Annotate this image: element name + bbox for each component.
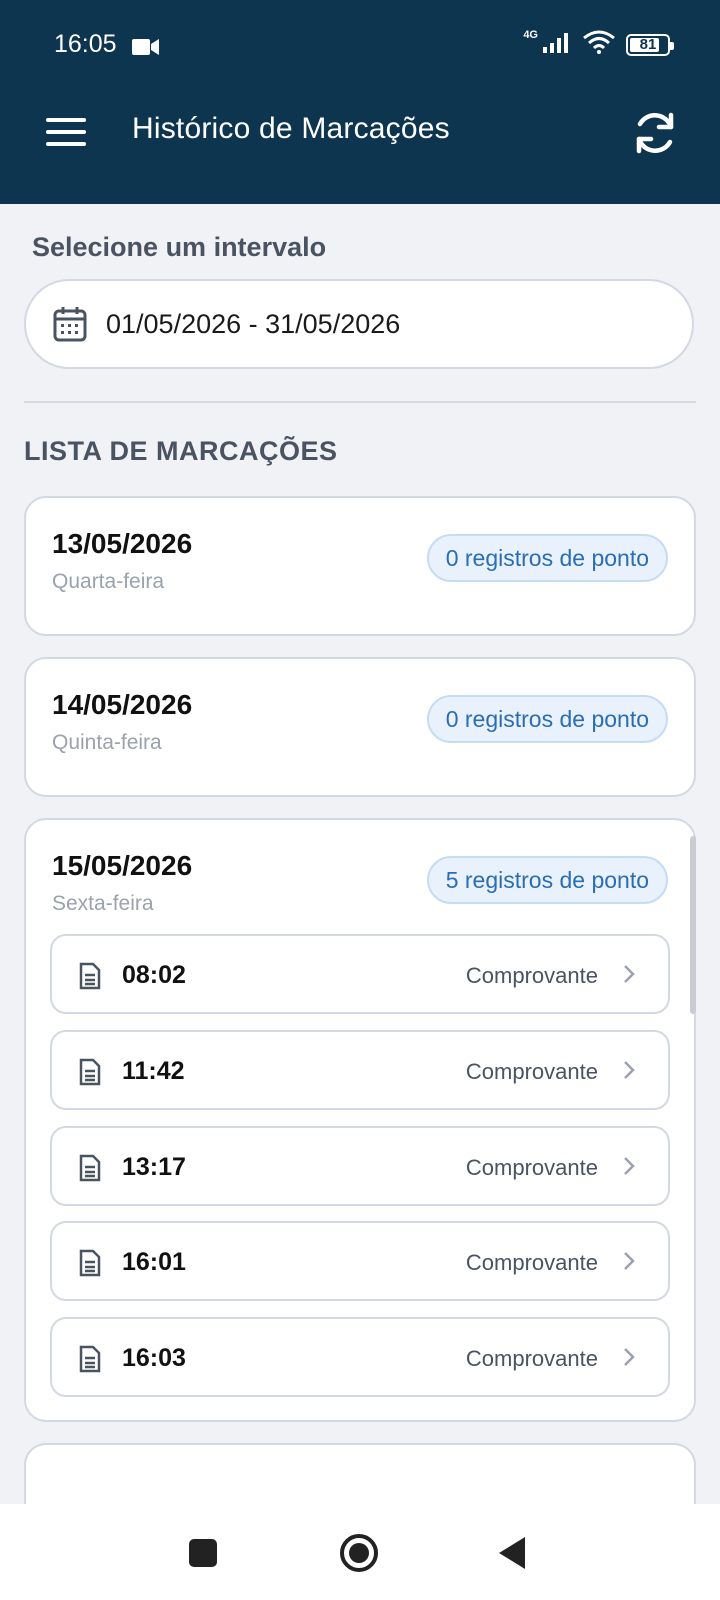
punch-time: 11:42 — [122, 1057, 185, 1085]
receipt-link[interactable]: Comprovante — [466, 1250, 598, 1276]
chevron-right-icon — [624, 965, 635, 983]
day-date: 15/05/2026 — [52, 850, 193, 881]
network-type: 4G — [523, 28, 538, 41]
calendar-icon — [53, 307, 87, 342]
back-button[interactable] — [488, 1528, 538, 1578]
receipt-link[interactable]: Comprovante — [466, 1155, 598, 1181]
system-nav-bar — [0, 1504, 720, 1600]
records-count-badge: 5 registros de ponto — [426, 856, 668, 904]
menu-button[interactable] — [40, 106, 92, 158]
day-card[interactable]: 13/05/2026 Quarta-feira 0 registros de p… — [24, 496, 696, 636]
document-icon — [79, 1154, 101, 1182]
status-bar: 16:05 4G 81 — [0, 0, 720, 92]
battery-tip — [670, 41, 674, 50]
app-header: 16:05 4G 81 Histórico de Marcações — [0, 0, 720, 204]
receipt-link[interactable]: Comprovante — [466, 1346, 598, 1372]
receipt-link[interactable]: Comprovante — [466, 1059, 598, 1085]
signal-icon — [542, 31, 572, 58]
punch-row[interactable]: 08:02 Comprovante — [50, 934, 670, 1014]
receipt-link[interactable]: Comprovante — [466, 963, 598, 989]
wifi-icon — [582, 30, 616, 59]
date-range-value: 01/05/2026 - 31/05/2026 — [106, 308, 401, 339]
punch-row[interactable]: 16:03 Comprovante — [50, 1317, 670, 1397]
day-date: 14/05/2026 — [52, 689, 193, 720]
page-title: Histórico de Marcações — [132, 112, 450, 145]
punch-time: 16:03 — [122, 1344, 186, 1372]
document-icon — [79, 1345, 101, 1373]
chevron-right-icon — [624, 1348, 635, 1366]
punch-row[interactable]: 16:01 Comprovante — [50, 1221, 670, 1301]
document-icon — [79, 962, 101, 990]
video-camera-icon — [132, 38, 160, 61]
app-bar: Histórico de Marcações — [0, 92, 720, 204]
divider — [24, 401, 696, 403]
day-weekday: Quarta-feira — [52, 570, 165, 593]
status-indicators: 4G 81 — [523, 28, 674, 59]
records-count-badge: 0 registros de ponto — [426, 695, 668, 743]
refresh-button[interactable] — [626, 104, 684, 162]
records-count-badge: 0 registros de ponto — [426, 534, 668, 582]
chevron-right-icon — [624, 1252, 635, 1270]
day-card[interactable]: 15/05/2026 Sexta-feira 5 registros de po… — [24, 818, 696, 1422]
scrollbar[interactable] — [690, 836, 696, 1014]
day-date: 13/05/2026 — [52, 528, 193, 559]
document-icon — [79, 1058, 101, 1086]
document-icon — [79, 1249, 101, 1277]
punch-row[interactable]: 11:42 Comprovante — [50, 1030, 670, 1110]
day-card[interactable] — [24, 1443, 696, 1504]
recents-square-icon — [189, 1539, 217, 1567]
battery-icon: 81 — [626, 33, 674, 56]
hamburger-icon — [46, 118, 86, 146]
battery-level: 81 — [639, 36, 657, 53]
back-triangle-icon — [499, 1537, 525, 1569]
range-label: Selecione um intervalo — [32, 232, 327, 262]
home-button[interactable] — [334, 1528, 384, 1578]
punch-time: 08:02 — [122, 961, 186, 989]
punch-time: 16:01 — [122, 1248, 186, 1276]
date-range-picker[interactable]: 01/05/2026 - 31/05/2026 — [24, 279, 694, 369]
chevron-right-icon — [624, 1061, 635, 1079]
day-weekday: Quinta-feira — [52, 731, 162, 754]
day-card[interactable]: 14/05/2026 Quinta-feira 0 registros de p… — [24, 657, 696, 797]
status-time: 16:05 — [54, 30, 117, 58]
punch-row[interactable]: 13:17 Comprovante — [50, 1126, 670, 1206]
day-weekday: Sexta-feira — [52, 892, 154, 915]
punch-time: 13:17 — [122, 1153, 186, 1181]
home-circle-icon — [340, 1534, 378, 1572]
chevron-right-icon — [624, 1157, 635, 1175]
refresh-icon — [636, 112, 674, 154]
main-content: Selecione um intervalo 01/05/2026 - 31/0… — [0, 204, 720, 1504]
recents-button[interactable] — [178, 1528, 228, 1578]
list-title: LISTA DE MARCAÇÕES — [24, 436, 338, 466]
